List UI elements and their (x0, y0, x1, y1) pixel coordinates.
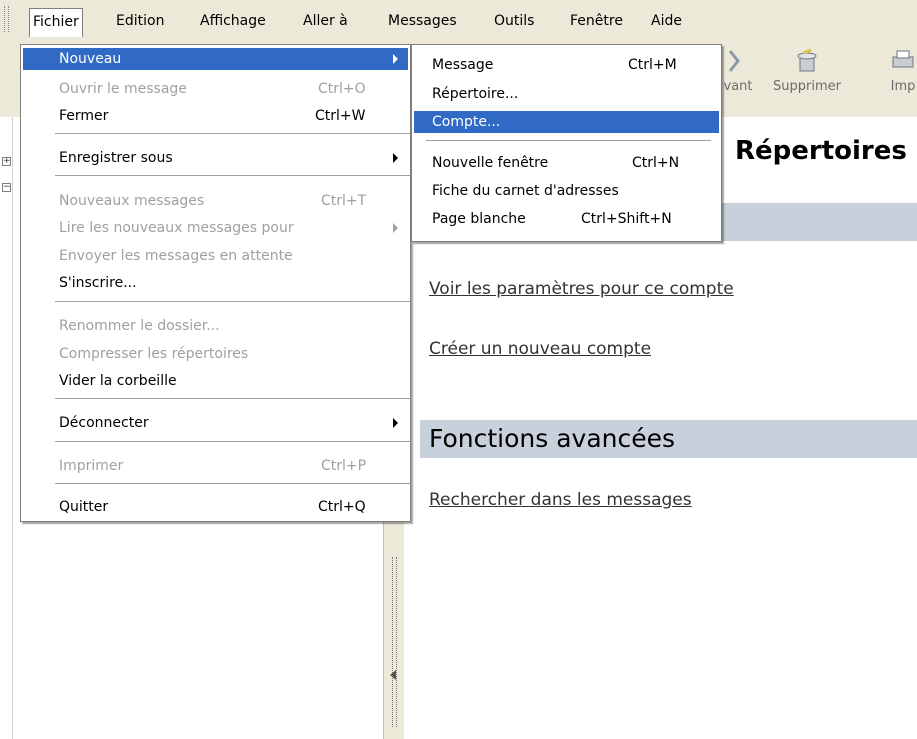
menu-item-shortcut: Ctrl+W (315, 108, 366, 124)
submenu-item-message[interactable]: Message Ctrl+M (414, 54, 719, 76)
toolbar-delete-label: Supprimer (773, 79, 841, 94)
menu-item-label: Répertoire... (432, 86, 519, 102)
print-icon (892, 50, 914, 68)
menu-item-quitter[interactable]: Quitter Ctrl+Q (23, 496, 408, 518)
menu-item-label: Compte... (432, 114, 501, 130)
submenu-arrow-icon (393, 153, 398, 163)
menu-aller-a[interactable]: Aller à (300, 10, 351, 32)
menu-item-shortcut: Ctrl+N (632, 155, 680, 171)
toolbar-delete-button[interactable]: Supprimer (772, 37, 842, 117)
menu-item-sinscrire[interactable]: S'inscrire... (23, 272, 408, 294)
trash-icon (797, 48, 817, 72)
menu-item-imprimer[interactable]: Imprimer Ctrl+P (23, 455, 408, 477)
menu-item-label: Nouvelle fenêtre (432, 155, 549, 171)
menubar: Fichier Edition Affichage Aller à Messag… (0, 0, 917, 38)
page-title: Répertoires (735, 136, 907, 166)
menu-item-fermer[interactable]: Fermer Ctrl+W (23, 105, 408, 127)
fichier-dropdown: Nouveau Ouvrir le message Ctrl+O Fermer … (20, 44, 411, 522)
menu-item-label: Déconnecter (59, 415, 149, 431)
menu-item-label: Page blanche (432, 211, 526, 227)
menu-item-label: Ouvrir le message (59, 81, 187, 97)
menu-item-label: Vider la corbeille (59, 373, 177, 389)
menu-item-label: Enregistrer sous (59, 150, 173, 166)
menu-separator (55, 301, 410, 302)
menu-item-enregistrer-sous[interactable]: Enregistrer sous (23, 147, 408, 169)
collapse-arrow-icon[interactable] (390, 670, 396, 680)
menu-item-label: Envoyer les messages en attente (59, 248, 293, 264)
menu-item-vider-corbeille[interactable]: Vider la corbeille (23, 370, 408, 392)
menu-item-label: Quitter (59, 499, 109, 515)
menu-item-label: S'inscrire... (59, 275, 137, 291)
menu-item-shortcut: Ctrl+M (628, 57, 677, 73)
menu-fichier[interactable]: Fichier (29, 8, 83, 37)
menu-edition[interactable]: Edition (113, 10, 167, 32)
menu-item-label: Fermer (59, 108, 109, 124)
advanced-section-title: Fonctions avancées (429, 424, 676, 453)
menu-item-label: Nouveaux messages (59, 193, 205, 209)
menu-separator (55, 133, 410, 134)
nouveau-submenu: Message Ctrl+M Répertoire... Compte... N… (411, 44, 722, 242)
menu-item-nouveau[interactable]: Nouveau (23, 48, 408, 70)
collapse-icon[interactable]: − (2, 183, 11, 192)
menu-item-label: Message (432, 57, 494, 73)
menu-separator (426, 140, 711, 141)
menu-item-shortcut: Ctrl+T (321, 193, 367, 209)
menu-separator (55, 483, 410, 484)
menu-item-label: Renommer le dossier... (59, 318, 220, 334)
menu-outils[interactable]: Outils (491, 10, 537, 32)
submenu-arrow-icon (393, 223, 398, 233)
menu-fenetre[interactable]: Fenêtre (567, 10, 626, 32)
menu-item-shortcut: Ctrl+P (321, 458, 367, 474)
submenu-arrow-icon (393, 54, 398, 64)
menu-item-label: Imprimer (59, 458, 124, 474)
menu-separator (55, 175, 410, 176)
folder-pane: + − (0, 117, 13, 739)
menu-item-shortcut: Ctrl+O (318, 81, 366, 97)
create-account-link[interactable]: Créer un nouveau compte (429, 339, 651, 359)
menu-affichage[interactable]: Affichage (197, 10, 269, 32)
search-messages-link[interactable]: Rechercher dans les messages (429, 490, 692, 510)
submenu-arrow-icon (393, 418, 398, 428)
menu-aide[interactable]: Aide (648, 10, 685, 32)
submenu-item-fiche-carnet[interactable]: Fiche du carnet d'adresses (414, 180, 719, 202)
submenu-item-nouvelle-fenetre[interactable]: Nouvelle fenêtre Ctrl+N (414, 152, 719, 174)
expand-icon[interactable]: + (2, 157, 11, 166)
splitter-grip[interactable] (392, 557, 397, 727)
menu-item-ouvrir-message[interactable]: Ouvrir le message Ctrl+O (23, 78, 408, 100)
submenu-item-compte[interactable]: Compte... (414, 111, 719, 133)
view-account-settings-link[interactable]: Voir les paramètres pour ce compte (429, 279, 734, 299)
menubar-grip[interactable] (4, 6, 9, 32)
submenu-item-repertoire[interactable]: Répertoire... (414, 83, 719, 105)
toolbar-print-button[interactable]: Imp (868, 37, 917, 117)
menu-item-label: Compresser les répertoires (59, 346, 249, 362)
menu-item-shortcut: Ctrl+Q (318, 499, 366, 515)
menu-item-renommer-dossier[interactable]: Renommer le dossier... (23, 315, 408, 337)
menu-item-shortcut: Ctrl+Shift+N (581, 211, 672, 227)
menu-item-envoyer-messages[interactable]: Envoyer les messages en attente (23, 245, 408, 267)
menu-separator (55, 398, 410, 399)
menu-item-lire-nouveaux-messages[interactable]: Lire les nouveaux messages pour (23, 217, 408, 239)
submenu-item-page-blanche[interactable]: Page blanche Ctrl+Shift+N (414, 208, 719, 230)
menu-item-label: Fiche du carnet d'adresses (432, 183, 619, 199)
menu-item-nouveaux-messages[interactable]: Nouveaux messages Ctrl+T (23, 190, 408, 212)
menu-item-compresser[interactable]: Compresser les répertoires (23, 343, 408, 365)
menu-item-label: Lire les nouveaux messages pour (59, 220, 294, 236)
toolbar-print-label: Imp (890, 79, 916, 94)
menu-messages[interactable]: Messages (385, 10, 460, 32)
menu-item-label: Nouveau (59, 51, 122, 67)
next-icon (728, 50, 740, 72)
menu-item-deconnecter[interactable]: Déconnecter (23, 412, 408, 434)
menu-separator (55, 441, 410, 442)
